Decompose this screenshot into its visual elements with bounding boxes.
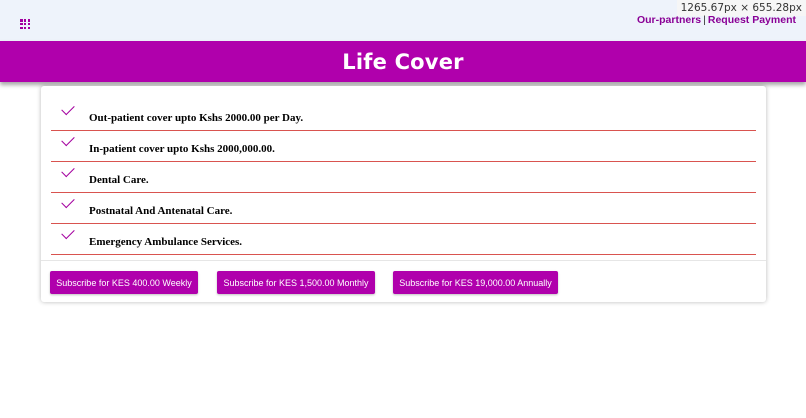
our-partners-link[interactable]: Our-partners <box>637 14 701 26</box>
check-icon <box>61 132 75 147</box>
benefit-text: Out-patient cover upto Kshs 2000.00 per … <box>89 112 304 124</box>
nav-separator: | <box>703 14 706 26</box>
apps-grid-icon[interactable] <box>20 19 30 29</box>
list-item: Postnatal And Antenatal Care. <box>51 193 756 224</box>
header-nav: Our-partners | Request Payment <box>637 14 796 26</box>
list-item: Out-patient cover upto Kshs 2000.00 per … <box>51 100 756 131</box>
check-icon <box>61 163 75 178</box>
benefits-card: Out-patient cover upto Kshs 2000.00 per … <box>41 86 766 302</box>
check-icon <box>61 101 75 116</box>
subscribe-weekly-button[interactable]: Subscribe for KES 400.00 Weekly <box>50 271 198 294</box>
subscribe-annually-button[interactable]: Subscribe for KES 19,000.00 Annually <box>393 271 558 294</box>
check-icon <box>61 194 75 209</box>
list-item: Dental Care. <box>51 162 756 193</box>
list-item: Emergency Ambulance Services. <box>51 224 756 255</box>
benefit-text: Dental Care. <box>89 174 149 186</box>
list-item: In-patient cover upto Kshs 2000,000.00. <box>51 131 756 162</box>
subscribe-bar: Subscribe for KES 400.00 Weekly Subscrib… <box>41 260 766 303</box>
page-banner: Life Cover <box>0 41 806 82</box>
benefit-text: Postnatal And Antenatal Care. <box>89 205 233 217</box>
request-payment-link[interactable]: Request Payment <box>708 14 796 26</box>
benefit-text: Emergency Ambulance Services. <box>89 236 243 248</box>
check-icon <box>61 225 75 240</box>
benefits-list: Out-patient cover upto Kshs 2000.00 per … <box>51 100 756 255</box>
page-title: Life Cover <box>342 49 464 74</box>
benefit-text: In-patient cover upto Kshs 2000,000.00. <box>89 143 275 155</box>
subscribe-monthly-button[interactable]: Subscribe for KES 1,500.00 Monthly <box>217 271 375 294</box>
top-bar: 1265.67px × 655.28px Our-partners | Reques… <box>0 0 806 41</box>
